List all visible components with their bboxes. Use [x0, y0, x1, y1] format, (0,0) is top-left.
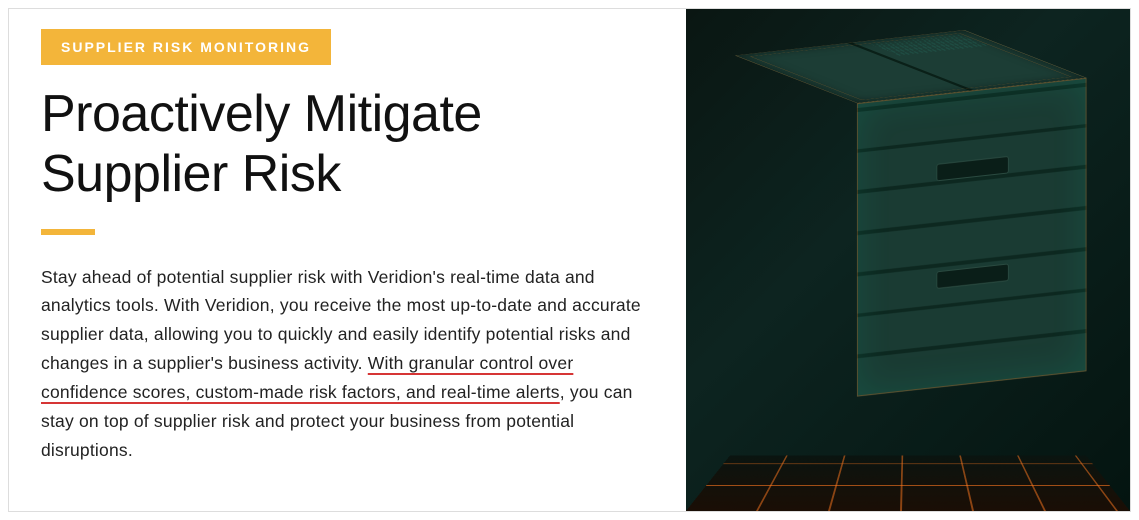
- category-badge: SUPPLIER RISK MONITORING: [41, 29, 331, 65]
- crate-top-text-lines: [871, 35, 987, 56]
- headline: Proactively Mitigate Supplier Risk: [41, 85, 658, 205]
- illustration-crate: [796, 46, 1096, 412]
- accent-divider: [41, 229, 95, 235]
- content-pane: SUPPLIER RISK MONITORING Proactively Mit…: [9, 9, 686, 511]
- illustration-floor-grid: [686, 456, 1130, 511]
- feature-card: SUPPLIER RISK MONITORING Proactively Mit…: [8, 8, 1131, 512]
- body-paragraph: Stay ahead of potential supplier risk wi…: [41, 263, 658, 465]
- crate-front-face: [857, 78, 1087, 397]
- hero-illustration: [686, 9, 1130, 511]
